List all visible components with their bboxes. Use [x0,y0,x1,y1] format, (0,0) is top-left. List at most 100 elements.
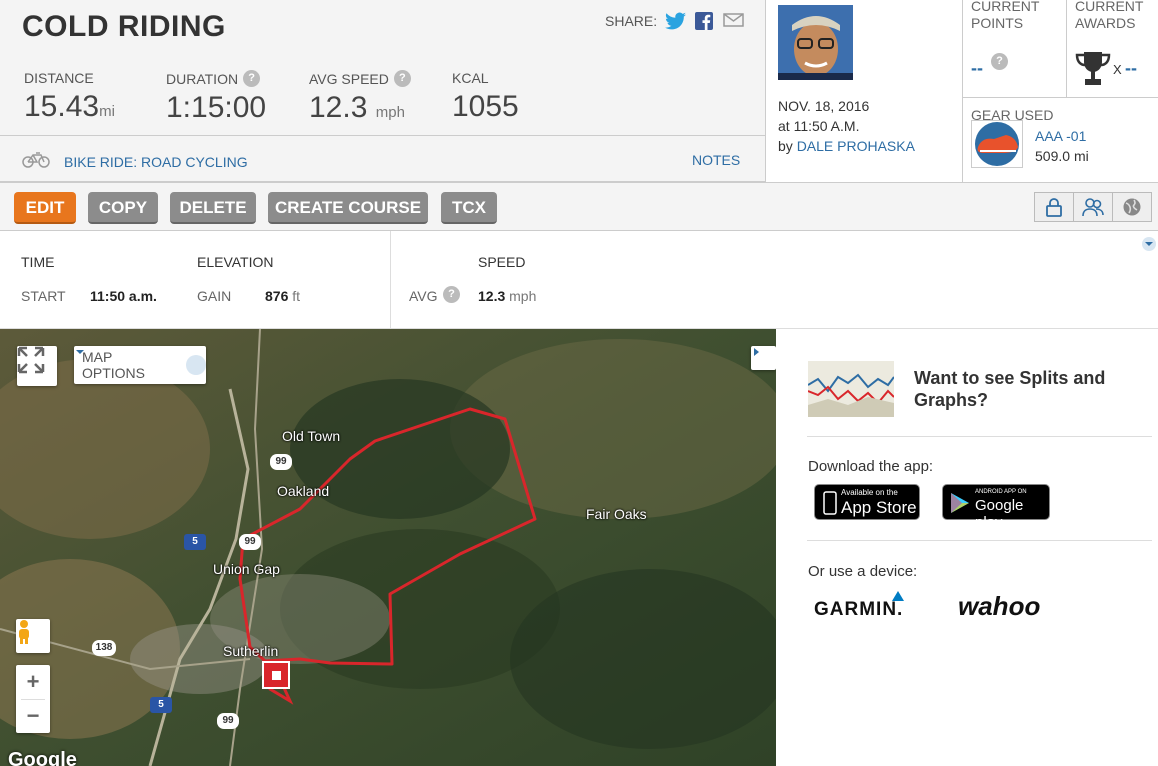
duration-label: DURATION [166,70,239,87]
distance-label: DISTANCE [24,70,94,86]
time-text: at 11:50 A.M. [778,118,860,134]
zoom-controls: + − [16,665,50,733]
google-play-label: Google play [975,497,1024,531]
athlete-name-link[interactable]: DALE PROHASKA [797,138,915,154]
download-label: Download the app: [808,458,934,475]
place-label: Old Town [282,428,341,444]
help-icon[interactable]: ? [991,53,1008,70]
bike-icon [22,152,50,171]
distance-stat: DISTANCE 15.43mi [24,70,115,124]
shoe-icon [971,120,1023,168]
route-end-marker[interactable] [262,661,290,689]
kcal-value: 1055 [452,90,519,123]
globe-icon[interactable] [1112,192,1152,222]
ride-type-link[interactable]: BIKE RIDE: ROAD CYCLING [64,154,248,170]
app-store-label: App Store [841,498,917,517]
activity-title: COLD RIDING [22,10,226,43]
gain-label: GAIN [197,288,232,304]
by-label: by [778,138,793,154]
avg-speed-detail: 12.3 [478,288,506,304]
avg-speed-unit: mph [375,104,405,121]
gain-value: 876 [265,288,289,304]
edit-button[interactable]: EDIT [14,192,76,224]
play-icon [951,493,969,513]
place-label: Union Gap [213,561,280,577]
kcal-label: KCAL [452,70,489,86]
points-label-2: POINTS [971,15,1024,31]
splits-graph-icon[interactable] [807,361,895,417]
email-icon[interactable] [723,12,744,30]
pegman-icon[interactable] [16,619,50,653]
zoom-in-button[interactable]: + [16,665,50,699]
avg-speed-label: AVG SPEED [309,70,389,87]
gear-unit: mi [1073,148,1089,164]
elevation-header: ELEVATION [197,254,274,270]
avg-speed-value: 12.3 [309,91,368,124]
map-options-dropdown[interactable]: MAP OPTIONS [74,346,206,384]
activity-summary: COLD RIDING SHARE: DISTANCE 15.43mi DURA… [0,0,766,182]
speed-header: SPEED [478,254,526,270]
notes-link[interactable]: NOTES [692,152,740,168]
gain-unit: ft [292,288,301,304]
garmin-logo[interactable]: GARMIN. [814,591,904,621]
avatar[interactable] [778,5,853,80]
distance-value: 15.43 [24,90,100,123]
place-label: Oakland [277,483,330,499]
start-value: 11:50 a.m. [90,288,157,304]
map-options-label: MAP OPTIONS [82,349,146,381]
help-icon[interactable]: ? [393,70,411,87]
expand-panel-icon[interactable] [751,346,776,370]
phone-icon [823,491,837,515]
tcx-button[interactable]: TCX [441,192,497,224]
satellite-map-background [0,329,776,766]
activity-details: TIME START 11:50 a.m. ELEVATION GAIN 876… [0,231,1158,329]
splits-promo-link[interactable]: Want to see Splits and Graphs? [914,367,1124,411]
ride-type: BIKE RIDE: ROAD CYCLING [22,152,248,171]
google-logo: Google [8,749,77,766]
wahoo-logo[interactable]: wahoo [958,591,1040,622]
awards-label-2: AWARDS [1075,15,1136,31]
date-text: NOV. 18, 2016 [778,98,870,114]
points-value: -- [971,58,983,78]
friends-icon[interactable] [1073,192,1113,222]
divider [390,231,391,329]
place-label: Sutherlin [223,643,279,659]
highway-shield: 99 [239,534,261,550]
fullscreen-icon[interactable] [17,346,57,386]
duration-value: 1:15:00 [166,91,267,124]
google-play-small-label: ANDROID APP ON [975,489,1027,495]
divider [807,436,1152,437]
delete-button[interactable]: DELETE [170,192,256,224]
gear-used: GEAR USED AAA -01 509.0 mi [962,98,1158,182]
help-icon[interactable]: ? [243,70,261,87]
divider [0,135,766,136]
twitter-icon[interactable] [665,12,687,30]
highway-shield: 99 [217,713,239,729]
distance-unit: mi [99,103,115,120]
avg-speed-stat: AVG SPEED? 12.3 mph [309,70,411,125]
gear-distance: 509.0 [1035,148,1071,164]
place-label: Fair Oaks [586,506,647,522]
awards-value: -- [1125,58,1137,78]
route-map[interactable]: MAP OPTIONS Old Town Oakland Union Gap S… [0,329,776,766]
garmin-label: GARMIN. [814,599,904,620]
lock-icon[interactable] [1034,192,1074,222]
app-store-button[interactable]: Available on the App Store [814,484,920,520]
copy-button[interactable]: COPY [88,192,158,224]
profile-card: NOV. 18, 2016 at 11:50 A.M. by DALE PROH… [766,0,962,182]
activity-date: NOV. 18, 2016 at 11:50 A.M. by DALE PROH… [778,96,915,156]
gear-name-link[interactable]: AAA -01 [1035,128,1086,144]
help-icon[interactable]: ? [443,286,460,303]
create-course-button[interactable]: CREATE COURSE [268,192,428,224]
avg-label: AVG [409,288,438,304]
kcal-stat: KCAL 1055 [452,70,519,124]
promo-panel: Want to see Splits and Graphs? Download … [776,329,1158,766]
google-play-button[interactable]: ANDROID APP ON Google play [942,484,1050,531]
expand-chevron-icon[interactable] [1142,237,1156,251]
zoom-out-button[interactable]: − [16,700,50,733]
share-bar: SHARE: [605,12,744,30]
start-label: START [21,288,66,304]
facebook-icon[interactable] [694,12,715,30]
avg-speed-detail-unit: mph [509,288,537,304]
highway-shield: 99 [270,454,292,470]
